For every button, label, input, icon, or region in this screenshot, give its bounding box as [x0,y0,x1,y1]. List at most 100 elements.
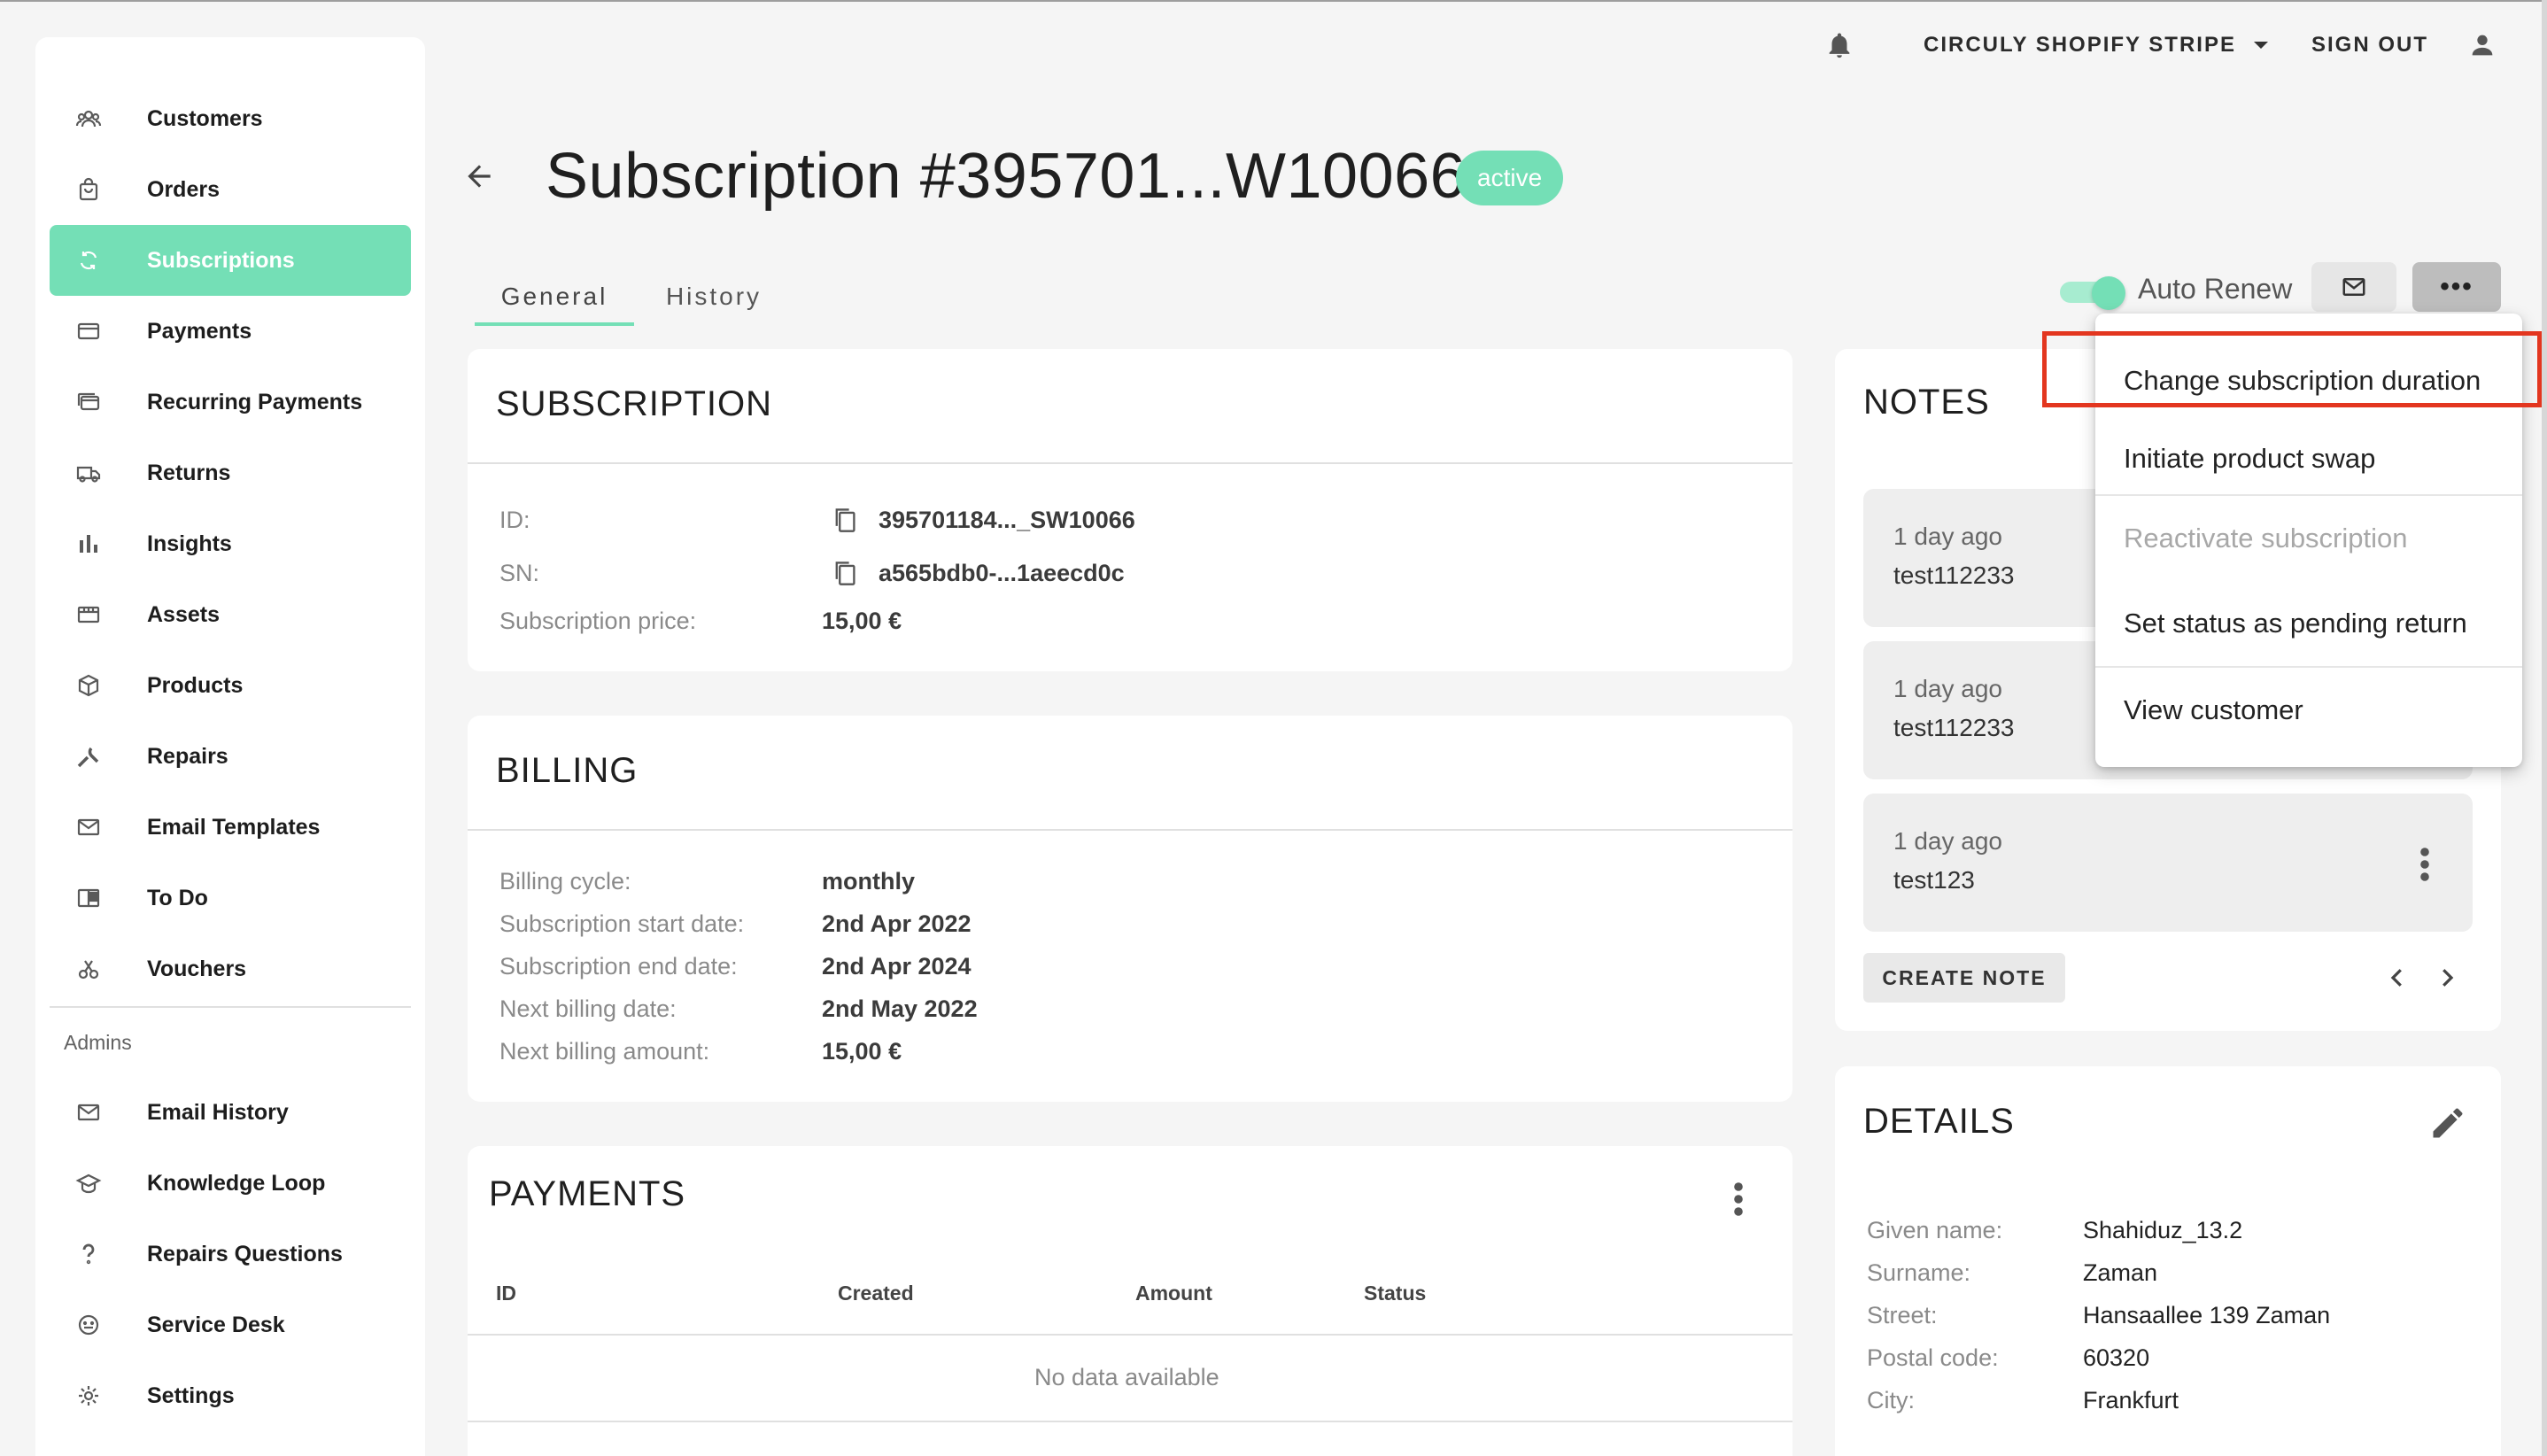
orders-icon [71,172,106,207]
sidebar-item-subscriptions[interactable]: Subscriptions [50,225,411,296]
sidebar-item-vouchers[interactable]: Vouchers [50,933,411,1004]
to-do-icon [71,880,106,916]
highlight-box [2042,331,2542,407]
copy-id-icon[interactable] [832,507,857,533]
surname-label: Surname: [1867,1259,1971,1286]
payments-empty-text: No data available [1034,1364,1219,1390]
sidebar-item-repairs-questions[interactable]: Repairs Questions [50,1219,411,1289]
sidebar-nav: Customers Orders Subscriptions Payments … [50,83,411,1431]
note-time: 1 day ago [1893,675,2002,702]
sidebar-item-assets[interactable]: Assets [50,579,411,650]
subscriptions-icon [71,243,106,278]
menu-item-initiate-product-swap[interactable]: Initiate product swap [2095,423,2522,494]
sidebar-item-customers[interactable]: Customers [50,83,411,154]
payments-column-status[interactable]: Status [1364,1282,1426,1305]
sidebar-item-service-desk[interactable]: Service Desk [50,1289,411,1360]
back-arrow-icon[interactable] [462,159,496,193]
sidebar-item-email-history[interactable]: Email History [50,1077,411,1148]
payments-column-id[interactable]: ID [496,1282,516,1305]
sidebar-item-products[interactable]: Products [50,650,411,721]
end-date-label: Subscription end date: [499,953,738,980]
payments-column-amount[interactable]: Amount [1135,1282,1212,1305]
menu-item-view-customer[interactable]: View customer [2095,668,2522,753]
settings-icon [71,1378,106,1413]
note-text: test123 [1893,866,1975,894]
sidebar-item-label: Subscriptions [147,247,295,273]
auto-renew-toggle[interactable] [2060,276,2127,310]
billing-divider [468,829,1792,831]
sidebar-item-returns[interactable]: Returns [50,438,411,508]
payments-header-divider [468,1334,1792,1336]
organization-dropdown[interactable]: CIRCULY SHOPIFY STRIPE [1924,30,2268,60]
subscription-sn-label: SN: [499,560,540,586]
sidebar-item-label: Assets [147,601,220,627]
city-label: City: [1867,1387,1915,1413]
note-text: test112233 [1893,714,2015,741]
sidebar-item-to-do[interactable]: To Do [50,863,411,933]
menu-item-set-pending-return[interactable]: Set status as pending return [2095,581,2522,666]
sign-out-button[interactable]: SIGN OUT [2311,30,2428,60]
billing-card-title: BILLING [496,751,639,790]
service-desk-icon [71,1307,106,1343]
payments-menu-icon[interactable] [1732,1181,1745,1217]
payments-bottom-divider [468,1421,1792,1422]
sidebar-item-settings[interactable]: Settings [50,1360,411,1431]
note-item: 1 day ago test123 [1863,794,2473,932]
sidebar-item-email-templates[interactable]: Email Templates [50,792,411,863]
scrollbar[interactable] [2542,0,2547,1456]
email-history-icon [71,1095,106,1130]
send-email-button[interactable] [2311,262,2396,312]
create-note-button[interactable]: CREATE NOTE [1863,953,2065,1003]
billing-cycle-value: monthly [822,868,915,895]
payments-column-created[interactable]: Created [838,1282,914,1305]
next-billing-amount-label: Next billing amount: [499,1038,710,1065]
user-account-icon[interactable] [2467,30,2497,60]
subscription-id-label: ID: [499,507,530,533]
given-name-value: Shahiduz_13.2 [2083,1217,2243,1243]
surname-value: Zaman [2083,1259,2158,1286]
payments-card-title: PAYMENTS [489,1174,686,1213]
products-icon [71,668,106,703]
postal-code-value: 60320 [2083,1344,2150,1371]
sidebar-item-orders[interactable]: Orders [50,154,411,225]
next-page-icon[interactable] [2434,964,2460,992]
organization-label: CIRCULY SHOPIFY STRIPE [1924,33,2236,57]
sidebar-item-label: Repairs Questions [147,1241,343,1266]
next-billing-date-label: Next billing date: [499,995,677,1022]
sidebar-item-insights[interactable]: Insights [50,508,411,579]
sidebar-item-repairs[interactable]: Repairs [50,721,411,792]
repairs-icon [71,739,106,774]
notes-card-title: NOTES [1863,383,1990,422]
postal-code-label: Postal code: [1867,1344,1999,1371]
street-label: Street: [1867,1302,1938,1328]
subscription-divider [468,462,1792,464]
page-title: Subscription #395701...W10066 [546,141,1467,212]
returns-icon [71,455,106,491]
toggle-knob [2092,276,2125,310]
sidebar-item-label: Email History [147,1099,289,1125]
subscription-price-label: Subscription price: [499,608,697,634]
email-templates-icon [71,809,106,845]
assets-icon [71,597,106,632]
customers-icon [71,101,106,136]
sidebar-item-label: Products [147,672,244,698]
sidebar-item-knowledge-loop[interactable]: Knowledge Loop [50,1148,411,1219]
subscription-price-value: 15,00 € [822,608,902,634]
sidebar-item-label: Payments [147,318,252,344]
subscription-sn-value: a565bdb0-...1aeecd0c [879,560,1125,586]
sidebar-item-payments[interactable]: Payments [50,296,411,367]
subscription-card-title: SUBSCRIPTION [496,384,773,423]
subscription-id-value: 395701184..._SW10066 [879,507,1135,533]
tab-history[interactable]: History [634,266,794,328]
sidebar-item-recurring-payments[interactable]: Recurring Payments [50,367,411,438]
previous-page-icon[interactable] [2384,964,2411,992]
sidebar-item-label: Settings [147,1382,235,1408]
note-menu-icon[interactable] [2419,847,2430,882]
edit-pencil-icon[interactable] [2428,1104,2467,1142]
tab-general[interactable]: General [475,266,634,328]
more-actions-button[interactable]: ••• [2412,262,2501,312]
details-card-title: DETAILS [1863,1102,2015,1141]
copy-sn-icon[interactable] [832,560,857,586]
notifications-bell-icon[interactable] [1824,30,1854,60]
start-date-value: 2nd Apr 2022 [822,910,972,937]
